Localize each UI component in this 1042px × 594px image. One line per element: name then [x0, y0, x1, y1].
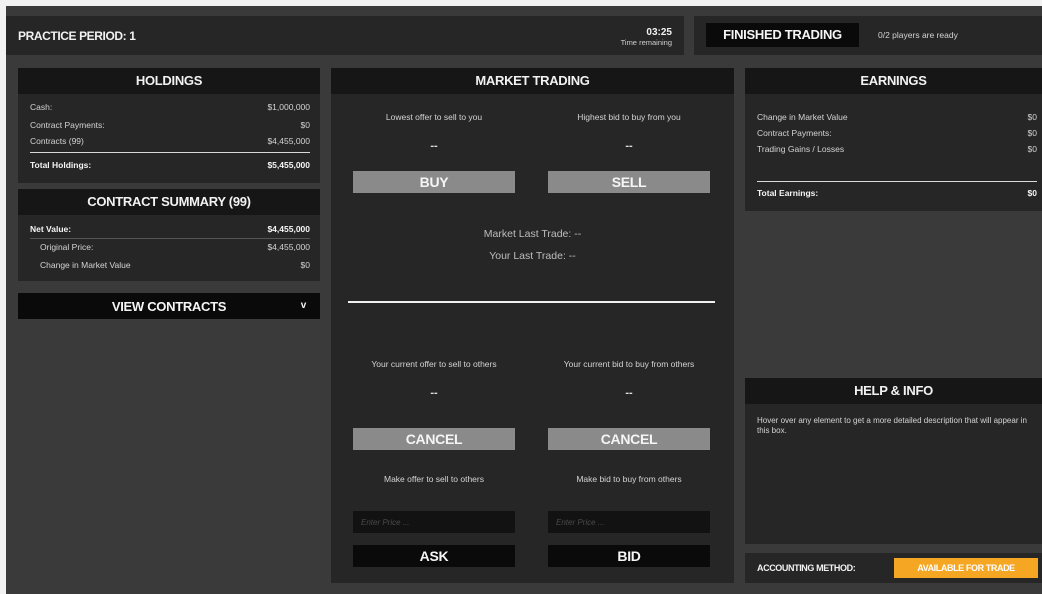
current-offer-label: Your current offer to sell to others: [371, 359, 497, 369]
holdings-total-value: $5,455,000: [267, 160, 310, 170]
holdings-row-value: $4,455,000: [267, 136, 310, 146]
earnings-total-value: $0: [1027, 188, 1037, 198]
market-trading-title: MARKET TRADING: [331, 68, 734, 94]
contract-summary-row: Change in Market Value $0: [40, 260, 310, 274]
holdings-total-label: Total Holdings:: [30, 160, 92, 170]
net-value-label: Net Value:: [30, 224, 72, 234]
holdings-title: HOLDINGS: [18, 68, 320, 94]
ask-button[interactable]: ASK: [353, 545, 515, 567]
earnings-divider: [757, 181, 1037, 182]
bid-price-input[interactable]: [548, 511, 710, 533]
holdings-row-label: Contracts (99): [30, 136, 84, 146]
lowest-offer-label: Lowest offer to sell to you: [385, 112, 483, 122]
contract-summary-panel: CONTRACT SUMMARY (99) Net Value: $4,455,…: [18, 189, 320, 281]
holdings-row: Contract Payments: $0: [30, 120, 310, 134]
holdings-row-label: Contract Payments:: [30, 120, 105, 130]
time-value: 03:25: [646, 27, 672, 38]
contract-summary-row-value: $0: [300, 260, 310, 270]
holdings-row: Cash: $1,000,000: [30, 102, 310, 116]
holdings-divider: [30, 152, 310, 153]
earnings-row-value: $0: [1027, 112, 1037, 122]
current-bid-label: Your current bid to buy from others: [563, 359, 695, 369]
contract-summary-row-label: Change in Market Value: [40, 260, 131, 270]
earnings-row-value: $0: [1027, 128, 1037, 138]
ready-bar: FINISHED TRADING 0/2 players are ready: [694, 16, 1042, 55]
contract-summary-divider: [30, 238, 310, 239]
trading-app: PRACTICE PERIOD: 1 03:25 Time remaining …: [6, 6, 1042, 594]
net-value-row: Net Value: $4,455,000: [30, 224, 310, 238]
market-divider: [348, 301, 715, 303]
market-last-trade: Market Last Trade: --: [483, 228, 582, 240]
earnings-title: EARNINGS: [745, 68, 1042, 94]
view-contracts-button[interactable]: VIEW CONTRACTS v: [18, 293, 320, 319]
cancel-offer-button[interactable]: CANCEL: [353, 428, 515, 450]
time-remaining-label: Time remaining: [620, 38, 672, 47]
view-contracts-label: VIEW CONTRACTS: [111, 299, 227, 314]
holdings-total-row: Total Holdings: $5,455,000: [30, 160, 310, 174]
earnings-row: Change in Market Value $0: [757, 112, 1037, 126]
available-for-trade-button[interactable]: AVAILABLE FOR TRADE: [894, 558, 1038, 578]
bid-button[interactable]: BID: [548, 545, 710, 567]
highest-bid-value: --: [625, 140, 633, 152]
help-info-text: Hover over any element to get a more det…: [757, 416, 1027, 435]
holdings-row-label: Cash:: [30, 102, 53, 112]
earnings-row: Trading Gains / Losses $0: [757, 144, 1037, 158]
sell-button[interactable]: SELL: [548, 171, 710, 193]
buy-button[interactable]: BUY: [353, 171, 515, 193]
net-value-amount: $4,455,000: [267, 224, 310, 234]
current-offer-value: --: [430, 387, 438, 399]
lowest-offer-value: --: [430, 140, 438, 152]
holdings-panel: HOLDINGS Cash: $1,000,000 Contract Payme…: [18, 68, 320, 183]
earnings-row-label: Contract Payments:: [757, 128, 832, 138]
contract-summary-row-label: Original Price:: [40, 242, 94, 252]
holdings-row-value: $1,000,000: [267, 102, 310, 112]
contract-summary-row-value: $4,455,000: [267, 242, 310, 252]
earnings-total-row: Total Earnings: $0: [757, 188, 1037, 202]
contract-summary-row: Original Price: $4,455,000: [40, 242, 310, 256]
chevron-down-icon: v: [300, 300, 307, 311]
period-label: PRACTICE PERIOD: 1: [18, 29, 136, 43]
finished-trading-button[interactable]: FINISHED TRADING: [706, 23, 859, 47]
earnings-panel: EARNINGS Change in Market Value $0 Contr…: [745, 68, 1042, 211]
help-info-title: HELP & INFO: [745, 378, 1042, 404]
highest-bid-label: Highest bid to buy from you: [577, 112, 681, 122]
earnings-row: Contract Payments: $0: [757, 128, 1037, 142]
earnings-row-label: Trading Gains / Losses: [757, 144, 845, 154]
offer-price-input[interactable]: [353, 511, 515, 533]
earnings-total-label: Total Earnings:: [757, 188, 819, 198]
holdings-row-value: $0: [300, 120, 310, 130]
timer: 03:25 Time remaining: [621, 27, 672, 47]
make-bid-label: Make bid to buy from others: [576, 474, 682, 484]
earnings-row-value: $0: [1027, 144, 1037, 154]
market-trading-panel: MARKET TRADING Lowest offer to sell to y…: [331, 68, 734, 583]
holdings-row: Contracts (99) $4,455,000: [30, 136, 310, 150]
current-bid-value: --: [625, 387, 633, 399]
players-ready-status: 0/2 players are ready: [878, 30, 958, 40]
cancel-bid-button[interactable]: CANCEL: [548, 428, 710, 450]
contract-summary-title: CONTRACT SUMMARY (99): [18, 189, 320, 215]
earnings-row-label: Change in Market Value: [757, 112, 848, 122]
accounting-bar: ACCOUNTING METHOD: AVAILABLE FOR TRADE: [745, 553, 1042, 583]
help-info-panel: HELP & INFO Hover over any element to ge…: [745, 378, 1042, 544]
your-last-trade: Your Last Trade: --: [489, 250, 576, 262]
accounting-method-label: ACCOUNTING METHOD:: [757, 563, 856, 573]
period-bar: PRACTICE PERIOD: 1 03:25 Time remaining: [6, 16, 684, 55]
make-offer-label: Make offer to sell to others: [383, 474, 484, 484]
